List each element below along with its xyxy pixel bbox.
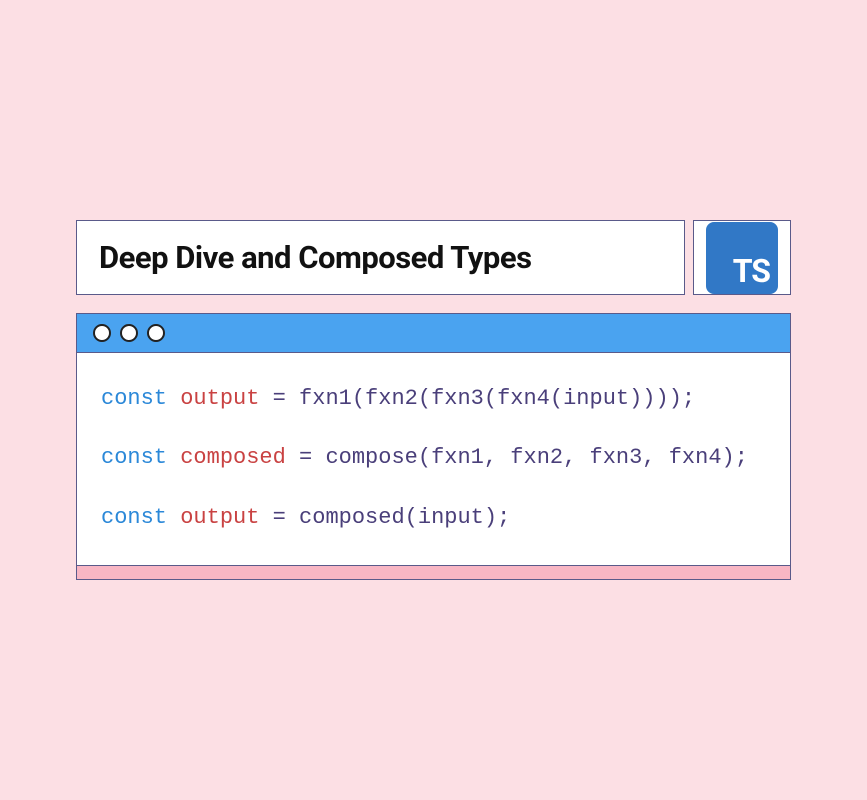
operator: = — [286, 445, 326, 470]
window-titlebar — [77, 314, 790, 353]
variable: output — [180, 386, 259, 411]
page-title: Deep Dive and Composed Types — [99, 239, 532, 276]
window-footer-bar — [76, 566, 791, 580]
typescript-logo-icon: TS — [706, 222, 778, 294]
code-window: const output = fxn1(fxn2(fxn3(fxn4(input… — [76, 313, 791, 566]
code-line: const output = composed(input); — [101, 500, 766, 535]
code-line: const composed = compose(fxn1, fxn2, fxn… — [101, 440, 766, 475]
code-body: const output = fxn1(fxn2(fxn3(fxn4(input… — [77, 353, 790, 565]
keyword: const — [101, 445, 167, 470]
title-box: Deep Dive and Composed Types — [76, 220, 685, 295]
logo-text: TS — [733, 252, 770, 290]
variable: output — [180, 505, 259, 530]
window-control-dot — [147, 324, 165, 342]
window-control-dot — [120, 324, 138, 342]
keyword: const — [101, 386, 167, 411]
expression: fxn1(fxn2(fxn3(fxn4(input)))); — [299, 386, 695, 411]
window-control-dot — [93, 324, 111, 342]
variable: composed — [180, 445, 286, 470]
expression: compose(fxn1, fxn2, fxn3, fxn4); — [325, 445, 747, 470]
code-line: const output = fxn1(fxn2(fxn3(fxn4(input… — [101, 381, 766, 416]
keyword: const — [101, 505, 167, 530]
content-container: Deep Dive and Composed Types TS const ou… — [76, 220, 791, 580]
header-row: Deep Dive and Composed Types TS — [76, 220, 791, 295]
logo-box: TS — [693, 220, 791, 295]
operator: = — [259, 505, 299, 530]
expression: composed(input); — [299, 505, 510, 530]
operator: = — [259, 386, 299, 411]
